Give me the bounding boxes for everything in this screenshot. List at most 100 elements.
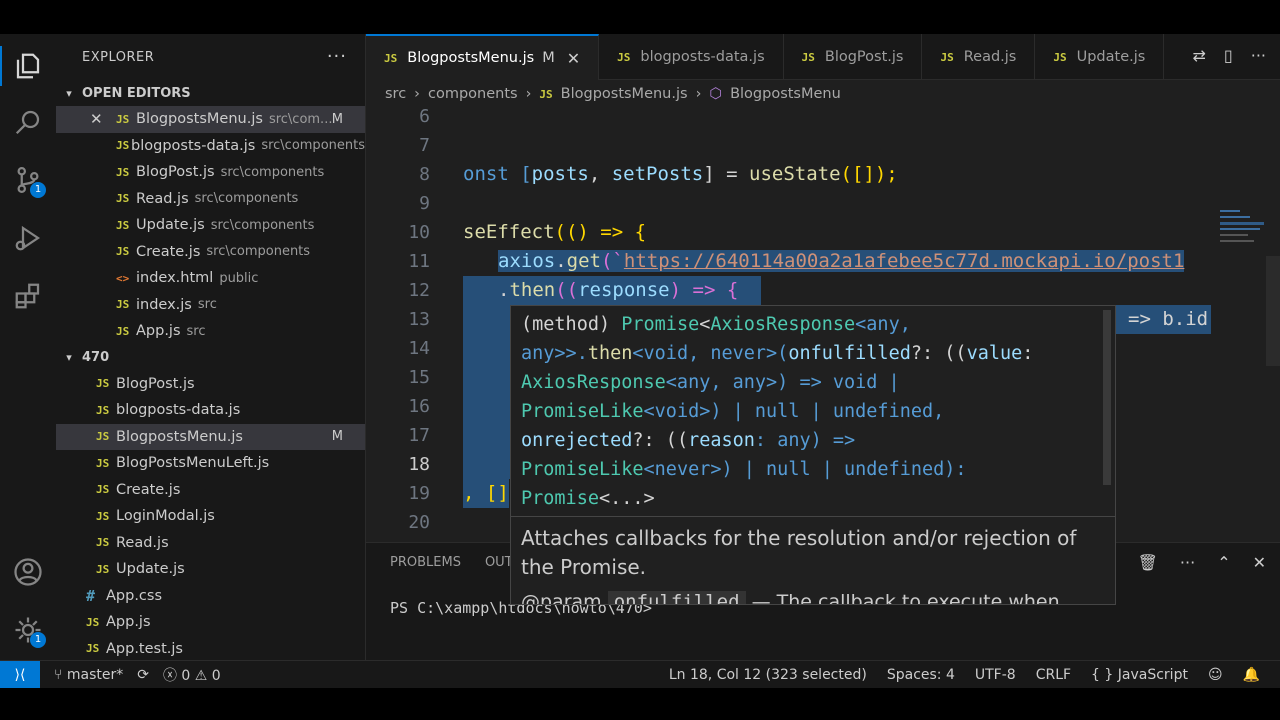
file-tree-item[interactable]: # App.css (56, 583, 365, 610)
editor-scrollbar[interactable] (1266, 256, 1280, 366)
editor-tab[interactable]: JS blogposts-data.js (599, 34, 784, 80)
line-number: 9 (366, 189, 436, 218)
sync-icon[interactable]: ⟳ (137, 667, 149, 683)
line-number: 7 (366, 131, 436, 160)
file-tree-item[interactable]: JS BlogPostsMenuLeft.js (56, 450, 365, 477)
js-file-icon: JS (116, 218, 130, 232)
line-ending[interactable]: CRLF (1036, 667, 1071, 683)
editor-tab[interactable]: JS Read.js (922, 34, 1036, 80)
file-name: BlogPost.js (136, 164, 215, 181)
compare-changes-icon[interactable]: ⇄ (1193, 46, 1206, 65)
open-editor-item[interactable]: JS blogposts-data.js src\components (56, 133, 365, 160)
file-tree-item[interactable]: JS App.test.js (56, 636, 365, 661)
file-tree-item[interactable]: JS App.js (56, 609, 365, 636)
source-control-icon[interactable]: 1 (12, 164, 46, 198)
folder-section[interactable]: ▾ 470 (56, 345, 365, 371)
js-file-icon: JS (96, 483, 110, 497)
indentation[interactable]: Spaces: 4 (887, 667, 955, 683)
extensions-icon[interactable] (12, 280, 44, 312)
language-mode[interactable]: { } JavaScript (1091, 667, 1188, 683)
open-editor-item[interactable]: JS index.js src (56, 292, 365, 319)
feedback-icon[interactable]: ☺ (1208, 667, 1223, 683)
js-file-icon: JS (116, 245, 130, 259)
search-icon[interactable] (12, 106, 44, 138)
hover-signature: (method) Promise<AxiosResponse<any, any>… (521, 314, 1034, 509)
editor-tab[interactable]: JS BlogpostsMenu.js M ✕ (366, 34, 600, 80)
open-editor-item[interactable]: JS Update.js src\components (56, 212, 365, 239)
file-tree-item[interactable]: JS BlogpostsMenu.js M (56, 423, 365, 450)
explorer-more-button[interactable]: ··· (327, 46, 347, 67)
hover-param: @param onfulfilled — The callback to exe… (521, 591, 1060, 604)
explorer-icon[interactable] (12, 50, 44, 82)
file-path: src (197, 297, 217, 313)
trash-icon[interactable]: 🗑 (1138, 553, 1158, 572)
file-tree-item[interactable]: JS blogposts-data.js (56, 397, 365, 424)
problems-count[interactable]: ⓧ 0 ⚠ 0 (163, 665, 221, 685)
minimap[interactable] (1218, 208, 1266, 268)
line-number-text: 7 (419, 135, 430, 156)
open-editor-item[interactable]: JS Read.js src\components (56, 186, 365, 213)
js-file-icon: JS (116, 139, 130, 153)
file-path: public (219, 270, 259, 286)
file-name: Update.js (136, 217, 205, 234)
js-file-icon: JS (116, 165, 130, 179)
file-name: App.css (106, 587, 163, 604)
more-actions-icon[interactable]: ··· (1180, 553, 1195, 572)
code-line-11: .then((response) => { (366, 276, 1226, 305)
remote-indicator-icon[interactable]: ⟩⟨ (0, 660, 40, 688)
open-editor-item[interactable]: ✕ JS BlogpostsMenu.js src\com... M (56, 106, 365, 133)
active-indicator (0, 46, 2, 86)
js-file-icon: JS (801, 50, 815, 64)
breadcrumb-components[interactable]: components (428, 86, 518, 102)
tab-problems[interactable]: PROBLEMS (390, 555, 461, 570)
run-debug-icon[interactable] (12, 222, 44, 254)
file-tree-item[interactable]: JS Read.js (56, 530, 365, 557)
more-actions-icon[interactable]: ··· (1251, 46, 1266, 65)
file-name: LoginModal.js (116, 508, 215, 525)
file-tree-item[interactable]: JS LoginModal.js (56, 503, 365, 530)
js-file-icon: JS (96, 536, 110, 550)
open-editor-item[interactable]: JS App.js src (56, 318, 365, 345)
breadcrumb-symbol[interactable]: BlogpostsMenu (730, 86, 841, 102)
folder-title: 470 (82, 350, 110, 365)
js-file-icon: JS (116, 324, 130, 338)
close-panel-icon[interactable]: ✕ (1253, 553, 1266, 572)
hover-scrollbar[interactable] (1103, 310, 1111, 485)
explorer-title: EXPLORER (82, 49, 155, 65)
file-path: src\components (210, 217, 315, 233)
editor-tab[interactable]: JS BlogPost.js (784, 34, 923, 80)
tab-output[interactable]: OUT (485, 555, 513, 570)
file-name: Create.js (116, 481, 181, 498)
open-editor-item[interactable]: JS BlogPost.js src\components (56, 159, 365, 186)
notifications-bell-icon[interactable]: 🔔 (1243, 667, 1260, 683)
line-number: 6 (366, 102, 436, 131)
file-name: Read.js (116, 534, 169, 551)
open-editor-item[interactable]: <> index.html public (56, 265, 365, 292)
file-tree-item[interactable]: JS Update.js (56, 556, 365, 583)
js-file-icon: JS (940, 50, 954, 64)
file-name: index.js (136, 296, 192, 313)
git-branch[interactable]: ⑂ master* (54, 667, 123, 683)
open-editors-list: ✕ JS BlogpostsMenu.js src\com... M JS blogpost… (56, 106, 365, 345)
open-editors-section[interactable]: ▾ OPEN EDITORS (56, 80, 365, 106)
breadcrumb-file[interactable]: BlogpostsMenu.js (561, 86, 688, 102)
js-file-icon: JS (116, 192, 130, 206)
settings-badge: 1 (30, 632, 46, 648)
close-icon[interactable]: ✕ (90, 110, 103, 128)
js-file-icon: JS (96, 456, 110, 470)
css-file-icon: # (86, 586, 96, 605)
settings-gear-icon[interactable]: 1 (12, 614, 46, 648)
breadcrumb-separator: › (414, 86, 420, 102)
split-editor-icon[interactable]: ▯ (1224, 46, 1233, 65)
close-icon[interactable]: ✕ (567, 49, 580, 68)
js-file-icon: JS (86, 615, 100, 629)
file-tree-item[interactable]: JS Create.js (56, 477, 365, 504)
breadcrumb-src[interactable]: src (385, 86, 406, 102)
editor-tab[interactable]: JS Update.js (1035, 34, 1165, 80)
cursor-position[interactable]: Ln 18, Col 12 (323 selected) (669, 667, 867, 683)
file-tree-item[interactable]: JS BlogPost.js (56, 371, 365, 398)
maximize-panel-icon[interactable]: ⌃ (1217, 553, 1230, 572)
account-icon[interactable] (12, 556, 44, 588)
open-editor-item[interactable]: JS Create.js src\components (56, 239, 365, 266)
encoding[interactable]: UTF-8 (975, 667, 1016, 683)
